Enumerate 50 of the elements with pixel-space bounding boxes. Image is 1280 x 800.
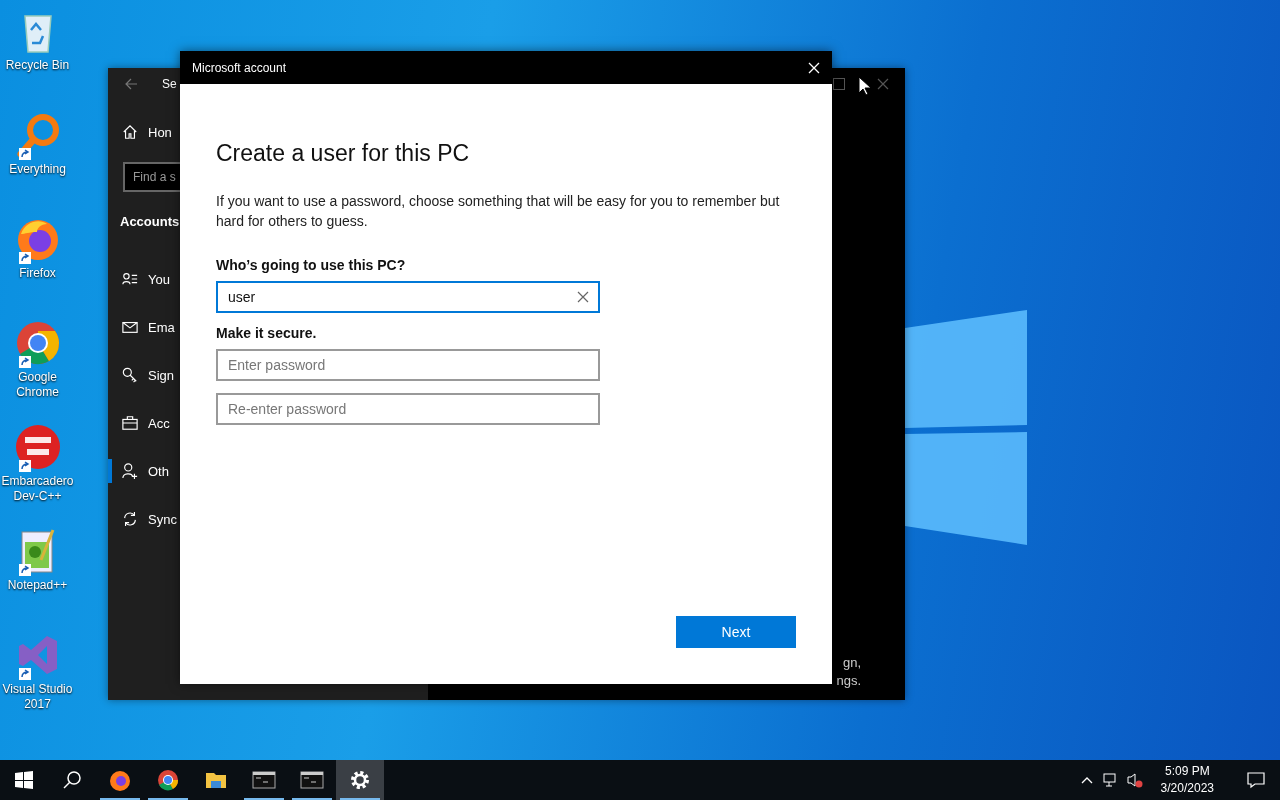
shortcut-arrow-icon bbox=[18, 252, 31, 264]
key-icon bbox=[122, 367, 138, 383]
sync-icon bbox=[122, 511, 138, 527]
search-field[interactable]: Find a s bbox=[123, 162, 180, 192]
nav-item[interactable]: You bbox=[108, 255, 172, 303]
shortcut-arrow-icon bbox=[18, 356, 31, 368]
name-field[interactable]: user bbox=[216, 281, 600, 313]
nav-item[interactable]: Hon bbox=[108, 108, 174, 156]
network-icon[interactable] bbox=[1102, 772, 1119, 788]
shortcut-arrow-icon bbox=[18, 668, 31, 680]
description-text: If you want to use a password, choose something that will be easy for you to remember but hard for others to guess. bbox=[216, 192, 781, 231]
maximize-icon[interactable] bbox=[833, 78, 845, 90]
clock-date[interactable]: 3/20/2023 bbox=[1160, 780, 1214, 797]
dialog-title: Microsoft account bbox=[192, 60, 287, 75]
settings-icon bbox=[348, 768, 372, 792]
terminal-icon bbox=[252, 768, 276, 792]
clock-time[interactable]: 5:09 PM bbox=[1164, 763, 1210, 780]
nav-item[interactable]: Oth bbox=[108, 447, 171, 495]
nav-item[interactable]: Ema bbox=[108, 303, 177, 351]
nav-item[interactable]: Sync bbox=[108, 495, 179, 543]
round-browser-icon bbox=[156, 768, 180, 792]
person-plus-icon bbox=[122, 463, 138, 479]
description-text: gn, bbox=[842, 654, 861, 672]
envelope-icon bbox=[122, 319, 138, 335]
shortcut-arrow-icon bbox=[18, 148, 31, 160]
home-icon bbox=[122, 124, 138, 140]
terminal-icon bbox=[300, 768, 324, 792]
taskbar-button[interactable] bbox=[336, 760, 384, 800]
description-text: ngs. bbox=[836, 672, 861, 690]
mouse-cursor-icon bbox=[858, 76, 872, 96]
field-label: Make it secure. bbox=[216, 325, 318, 341]
window-title: Se bbox=[162, 77, 177, 91]
person-list-icon bbox=[122, 271, 138, 287]
nav-item[interactable]: Acc bbox=[108, 399, 172, 447]
password-field[interactable]: Enter password bbox=[216, 349, 600, 381]
notification-icon[interactable] bbox=[1247, 771, 1265, 789]
clear-icon[interactable] bbox=[577, 291, 589, 303]
back-arrow-icon[interactable] bbox=[124, 77, 138, 91]
dialog-heading: Create a user for this PC bbox=[216, 140, 471, 167]
password-field[interactable]: Re-enter password bbox=[216, 393, 600, 425]
field-label: Who’s going to use this PC? bbox=[216, 257, 407, 273]
fox-globe-icon bbox=[108, 768, 132, 792]
shortcut-arrow-icon bbox=[18, 564, 31, 576]
section-heading: Accounts bbox=[119, 213, 180, 231]
start-icon[interactable] bbox=[12, 768, 36, 792]
shortcut-arrow-icon bbox=[18, 460, 31, 472]
next-button[interactable]: Next bbox=[676, 616, 796, 648]
briefcase-icon bbox=[122, 415, 138, 431]
nav-item[interactable]: Sign bbox=[108, 351, 177, 399]
speaker-muted-icon[interactable] bbox=[1126, 772, 1143, 788]
